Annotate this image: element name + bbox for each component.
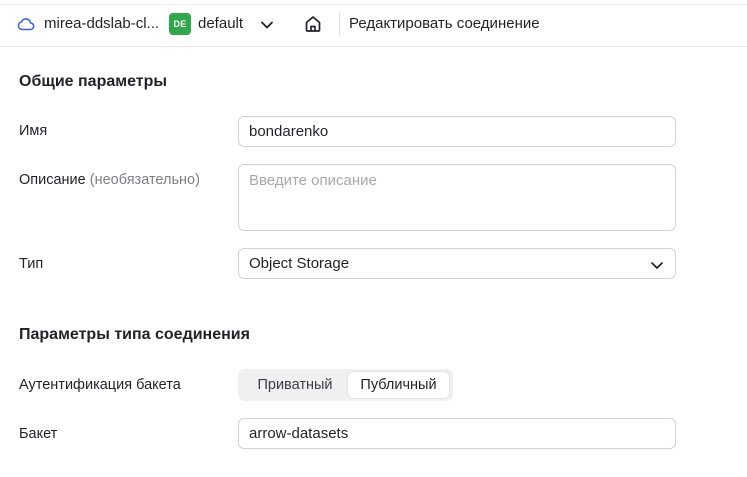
auth-segmented-control: Приватный Публичный [238, 369, 453, 401]
bucket-input[interactable] [238, 418, 676, 449]
top-bar: mirea-ddslab-cl... DE default Редактиров… [0, 0, 747, 47]
name-label: Имя [19, 123, 48, 139]
folder-badge: DE [169, 13, 191, 35]
breadcrumb-page-title: Редактировать соединение [349, 15, 540, 32]
top-divider [0, 4, 747, 5]
type-label: Тип [19, 256, 44, 272]
breadcrumb-folder[interactable]: default [198, 15, 243, 32]
type-select-value: Object Storage [249, 255, 350, 272]
home-icon[interactable] [303, 14, 323, 34]
bucket-label: Бакет [19, 426, 58, 442]
name-input[interactable] [238, 116, 676, 147]
breadcrumb-separator [339, 12, 340, 36]
cloud-icon [17, 18, 35, 31]
description-textarea[interactable] [238, 164, 676, 231]
section-title-connection: Параметры типа соединения [19, 326, 250, 343]
type-select[interactable]: Object Storage [238, 248, 676, 279]
chevron-down-icon[interactable] [258, 16, 276, 34]
description-label: Описание (необязательно) [19, 172, 200, 188]
auth-option-private[interactable]: Приватный [242, 372, 348, 398]
description-optional-hint: (необязательно) [89, 172, 200, 188]
auth-option-public[interactable]: Публичный [348, 372, 449, 398]
chevron-down-icon [651, 262, 663, 269]
description-label-text: Описание [19, 172, 86, 188]
breadcrumb-cloud[interactable]: mirea-ddslab-cl... [44, 15, 159, 32]
section-title-general: Общие параметры [19, 73, 168, 90]
auth-label: Аутентификация бакета [19, 377, 181, 393]
